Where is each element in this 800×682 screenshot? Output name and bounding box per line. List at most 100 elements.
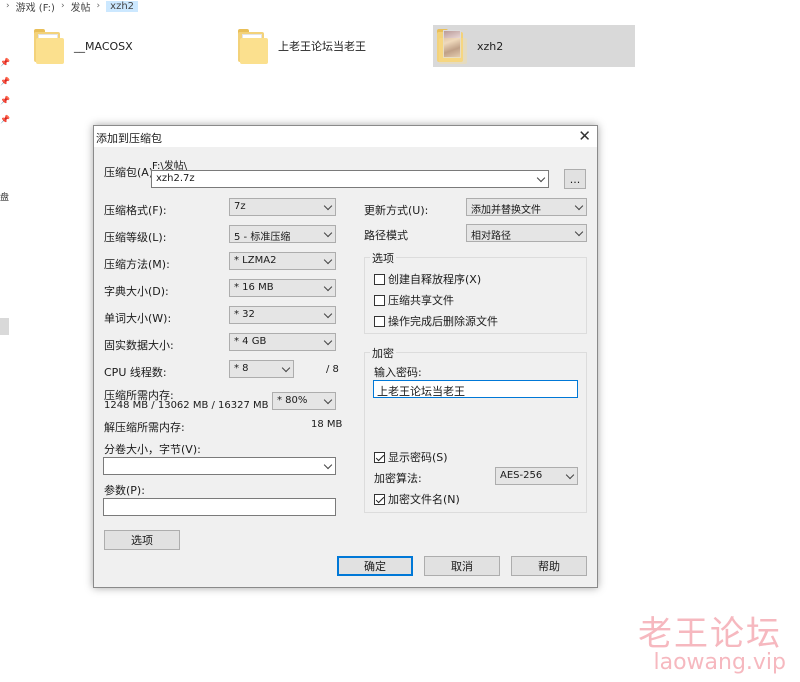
chevron-down-icon (323, 460, 333, 470)
archive-name-value: xzh2.7z (156, 173, 195, 184)
chevron-down-icon (574, 201, 584, 211)
level-value: 5 - 标准压缩 (234, 232, 291, 243)
volume-combo[interactable] (103, 457, 336, 475)
update-select[interactable]: 添加并替换文件 (466, 198, 587, 216)
file-item-selected[interactable]: xzh2 (433, 25, 635, 67)
method-select[interactable]: * LZMA2 (229, 252, 336, 270)
close-icon[interactable]: ✕ (578, 127, 591, 145)
format-label: 压缩格式(F): (104, 204, 167, 217)
show-password-checkbox[interactable] (374, 451, 385, 463)
mem-percent-select[interactable]: * 80% (272, 392, 336, 410)
method-value: * LZMA2 (234, 255, 277, 266)
encrypt-group-title: 加密 (370, 345, 396, 361)
file-name: 上老王论坛当老王 (278, 40, 366, 53)
chevron-down-icon (323, 309, 333, 319)
chevron-down-icon (323, 395, 333, 405)
mem-decompress-label: 解压缩所需内存: (104, 421, 185, 434)
shared-label: 压缩共享文件 (388, 294, 454, 307)
format-value: 7z (234, 201, 246, 212)
file-item[interactable]: 上老王论坛当老王 (234, 25, 424, 67)
pin-icon: 📌 (0, 115, 10, 124)
show-password-label: 显示密码(S) (388, 451, 448, 464)
encrypt-method-select[interactable]: AES-256 (495, 467, 578, 485)
solid-value: * 4 GB (234, 336, 267, 347)
update-value: 添加并替换文件 (471, 205, 541, 216)
mem-decompress-value: 18 MB (311, 419, 343, 430)
encrypt-names-row[interactable]: 加密文件名(N) (374, 491, 460, 507)
archive-name-combo[interactable]: xzh2.7z (151, 170, 549, 188)
breadcrumb-item-folder[interactable]: 发帖 (71, 0, 91, 14)
dict-value: * 16 MB (234, 282, 274, 293)
method-label: 压缩方法(M): (104, 258, 170, 271)
params-label: 参数(P): (104, 484, 145, 497)
dialog-title: 添加到压缩包 (96, 132, 162, 145)
update-label: 更新方式(U): (364, 204, 429, 217)
shared-checkbox[interactable] (374, 294, 385, 306)
dict-label: 字典大小(D): (104, 285, 169, 298)
folder-image-thumbnail-icon (437, 28, 467, 64)
pin-icon: 📌 (0, 96, 10, 105)
shared-checkbox-row[interactable]: 压缩共享文件 (374, 292, 454, 308)
volume-label: 分卷大小，字节(V): (104, 443, 201, 456)
help-button[interactable]: 帮助 (511, 556, 587, 576)
delete-checkbox[interactable] (374, 315, 385, 327)
file-name: __MACOSX (74, 39, 133, 53)
show-password-row[interactable]: 显示密码(S) (374, 449, 448, 465)
sfx-checkbox-row[interactable]: 创建自释放程序(X) (374, 271, 481, 287)
watermark-url: laowang.vip (653, 650, 786, 675)
encrypt-names-checkbox[interactable] (374, 493, 385, 505)
chevron-down-icon (323, 201, 333, 211)
mem-percent-value: * 80% (277, 395, 308, 406)
password-input[interactable]: 上老王论坛当老王 (373, 380, 578, 398)
path-mode-label: 路径模式 (364, 229, 408, 242)
chevron-down-icon (281, 363, 291, 373)
chevron-down-icon (323, 255, 333, 265)
threads-total: / 8 (326, 364, 339, 375)
add-to-archive-dialog: 添加到压缩包 ✕ 压缩包(A): F:\发帖\ xzh2.7z ... 压缩格式… (93, 125, 598, 588)
chevron-down-icon (323, 228, 333, 238)
cancel-button[interactable]: 取消 (424, 556, 500, 576)
solid-select[interactable]: * 4 GB (229, 333, 336, 351)
chevron-down-icon (323, 282, 333, 292)
path-mode-value: 相对路径 (471, 231, 511, 242)
word-label: 单词大小(W): (104, 312, 172, 325)
level-select[interactable]: 5 - 标准压缩 (229, 225, 336, 243)
dict-select[interactable]: * 16 MB (229, 279, 336, 297)
path-mode-select[interactable]: 相对路径 (466, 224, 587, 242)
mem-compress-value: 1248 MB / 13062 MB / 16327 MB (104, 400, 269, 411)
level-label: 压缩等级(L): (104, 231, 167, 244)
watermark-title: 老王论坛 (638, 614, 782, 654)
folder-icon (238, 28, 268, 64)
sfx-checkbox[interactable] (374, 273, 385, 285)
dialog-titlebar[interactable]: 添加到压缩包 ✕ (94, 126, 597, 147)
params-input[interactable] (103, 498, 336, 516)
chevron-down-icon (574, 227, 584, 237)
delete-checkbox-row[interactable]: 操作完成后删除源文件 (374, 313, 498, 329)
breadcrumb-item-drive[interactable]: 游戏 (F:) (16, 0, 55, 14)
sfx-label: 创建自释放程序(X) (388, 273, 482, 286)
folder-icon (34, 28, 64, 64)
options-button[interactable]: 选项 (104, 530, 180, 550)
chevron-right-icon: › (6, 1, 10, 11)
password-label: 输入密码: (374, 366, 422, 379)
chevron-right-icon: › (96, 1, 101, 11)
file-item[interactable]: __MACOSX (30, 25, 200, 67)
threads-select[interactable]: * 8 (229, 360, 294, 378)
breadcrumb: › 游戏 (F:) › 发帖 › xzh2 (0, 0, 800, 14)
encrypt-method-label: 加密算法: (374, 472, 422, 485)
threads-label: CPU 线程数: (104, 366, 167, 379)
nav-truncated-label[interactable]: 盘 (0, 190, 9, 203)
threads-value: * 8 (234, 363, 249, 374)
delete-label: 操作完成后删除源文件 (388, 315, 498, 328)
pin-icon: 📌 (0, 77, 10, 86)
ok-button[interactable]: 确定 (337, 556, 413, 576)
chevron-right-icon: › (60, 1, 65, 11)
breadcrumb-item-current[interactable]: xzh2 (106, 0, 139, 12)
chevron-down-icon (565, 470, 575, 480)
browse-button[interactable]: ... (564, 169, 586, 189)
options-group-title: 选项 (370, 250, 396, 266)
nav-selected-item[interactable] (0, 318, 9, 335)
format-select[interactable]: 7z (229, 198, 336, 216)
word-select[interactable]: * 32 (229, 306, 336, 324)
solid-label: 固实数据大小: (104, 339, 174, 352)
